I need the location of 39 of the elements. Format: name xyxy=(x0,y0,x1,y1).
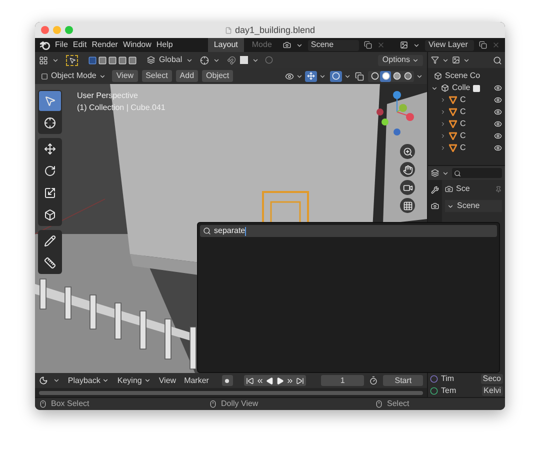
viewport-menu[interactable]: Object xyxy=(202,70,234,82)
viewport-menu[interactable]: View xyxy=(112,70,138,82)
workspace-tab[interactable]: Layout xyxy=(208,38,244,52)
menu-item[interactable]: Edit xyxy=(72,41,87,49)
viewport-menu[interactable]: Select xyxy=(142,70,172,82)
outliner-item[interactable]: Colle xyxy=(452,84,470,92)
timeline-menu[interactable]: View xyxy=(158,376,176,384)
view-layer-field[interactable]: View Layer xyxy=(425,40,474,50)
outliner-item[interactable]: C xyxy=(460,120,466,128)
status-hint: Dolly View xyxy=(221,400,258,408)
status-hint: Select xyxy=(387,400,410,408)
outliner-item[interactable]: C xyxy=(460,108,466,116)
start-frame-field[interactable]: Start xyxy=(383,375,424,386)
mode-dropdown[interactable]: Object Mode xyxy=(39,70,108,82)
options-dropdown[interactable]: Options xyxy=(378,54,423,66)
context-label: Sce xyxy=(456,185,470,193)
menu-item[interactable]: Render xyxy=(92,41,118,49)
status-hint: Box Select xyxy=(51,400,90,408)
viewport-menu[interactable]: Add xyxy=(176,70,198,82)
outliner-item[interactable]: Scene Co xyxy=(445,72,480,80)
menu-item[interactable]: Help xyxy=(156,41,173,49)
timeline-menu[interactable]: Keying xyxy=(117,376,151,384)
menu-item[interactable]: File xyxy=(55,41,68,49)
search-field[interactable]: separate xyxy=(200,225,497,237)
current-frame-field[interactable]: 1 xyxy=(320,375,364,386)
outliner-item[interactable]: C xyxy=(460,132,466,140)
scene-panel-header[interactable]: Scene xyxy=(445,200,502,212)
timeline-menu[interactable]: Playback xyxy=(68,376,110,384)
property-label: Tim xyxy=(441,375,454,383)
menu-item[interactable]: Window xyxy=(122,41,152,49)
timeline-menu[interactable]: Marker xyxy=(184,376,209,384)
outliner-item[interactable]: C xyxy=(460,144,466,152)
property-dropdown[interactable]: Seco xyxy=(480,374,503,384)
property-label: Tem xyxy=(441,387,456,395)
scene-field[interactable]: Scene xyxy=(308,40,360,50)
orientation-dropdown[interactable]: Global xyxy=(159,56,182,64)
outliner-item[interactable]: C xyxy=(460,96,466,104)
property-dropdown[interactable]: Kelvi xyxy=(482,386,503,396)
window-title: day1_building.blend xyxy=(234,26,316,34)
